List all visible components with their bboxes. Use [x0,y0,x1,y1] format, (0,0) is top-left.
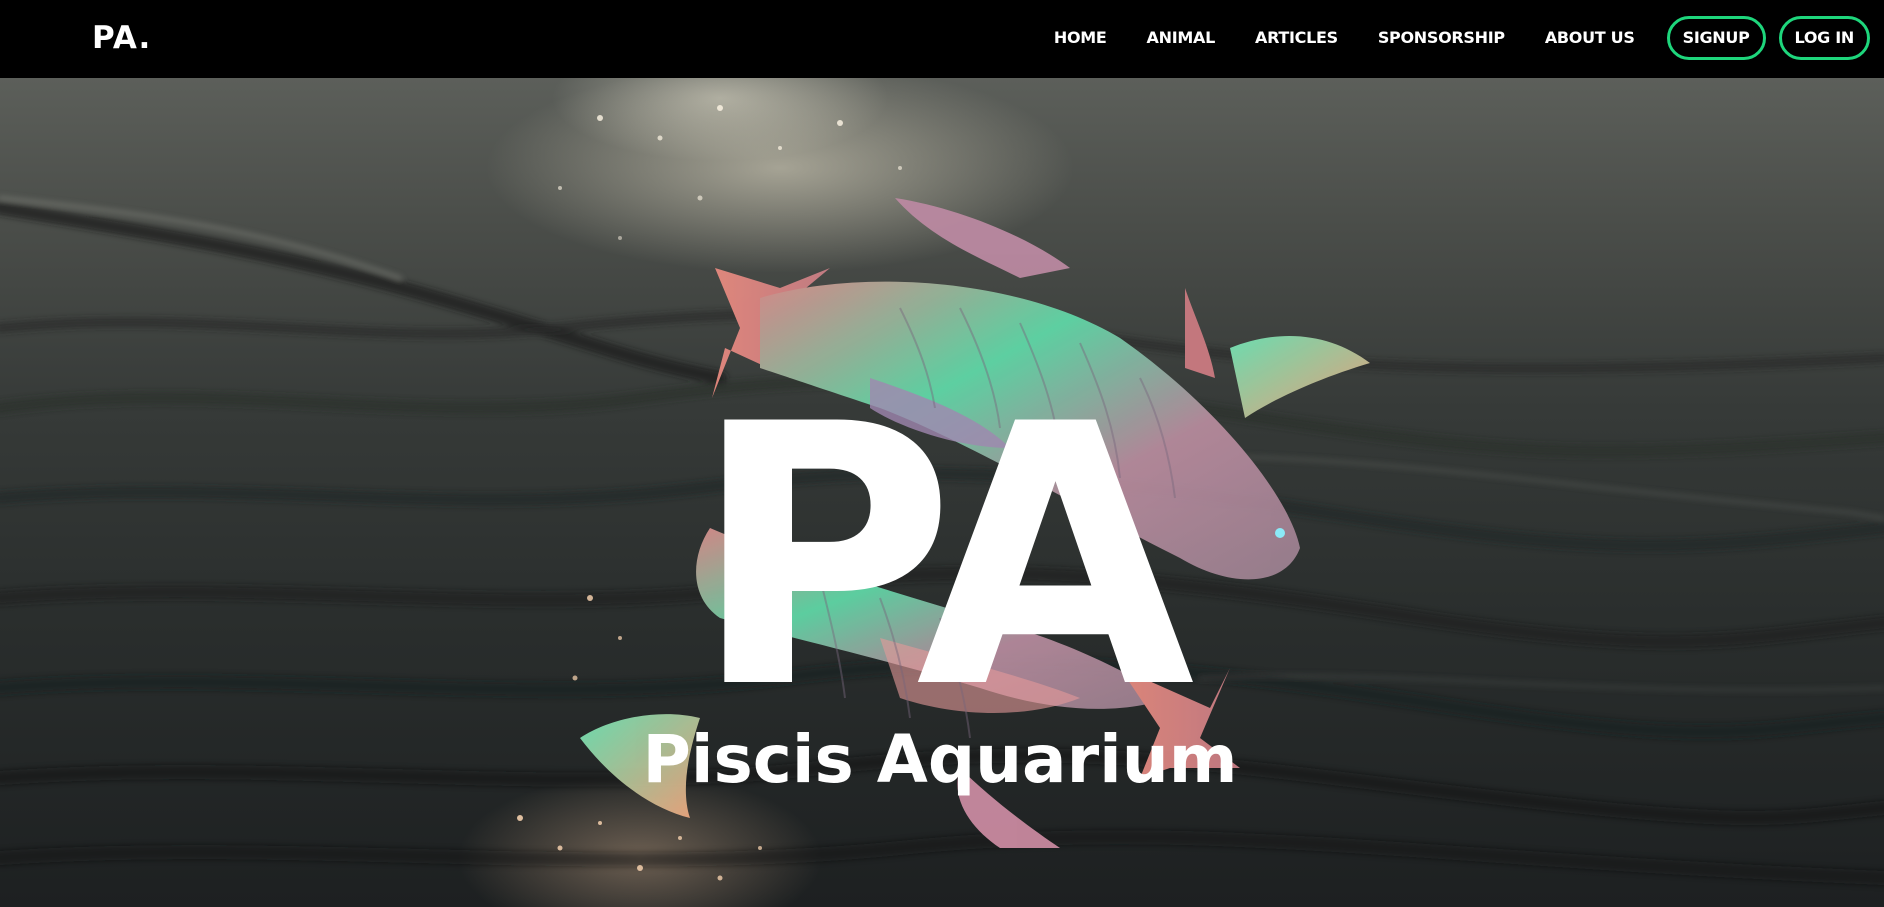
login-button[interactable]: LOG IN [1778,16,1870,60]
nav-link-sponsorship[interactable]: SPONSORSHIP [1378,16,1505,60]
hero-title: Piscis Aquarium [642,721,1238,798]
nav-link-animal[interactable]: ANIMAL [1147,16,1216,60]
signup-button[interactable]: SIGNUP [1666,16,1766,60]
nav-link-home[interactable]: HOME [1054,16,1107,60]
nav-link-articles[interactable]: ARTICLES [1255,16,1338,60]
brand-logo[interactable]: PA. [92,18,151,58]
main-nav: HOME ANIMAL ARTICLES SPONSORSHIP ABOUT U… [1054,16,1870,60]
nav-link-about-us[interactable]: ABOUT US [1545,16,1635,60]
top-navbar: PA. HOME ANIMAL ARTICLES SPONSORSHIP ABO… [0,0,1884,78]
hero-section: PA Piscis Aquarium [0,78,1884,907]
hero-monogram: PA [691,348,1194,767]
